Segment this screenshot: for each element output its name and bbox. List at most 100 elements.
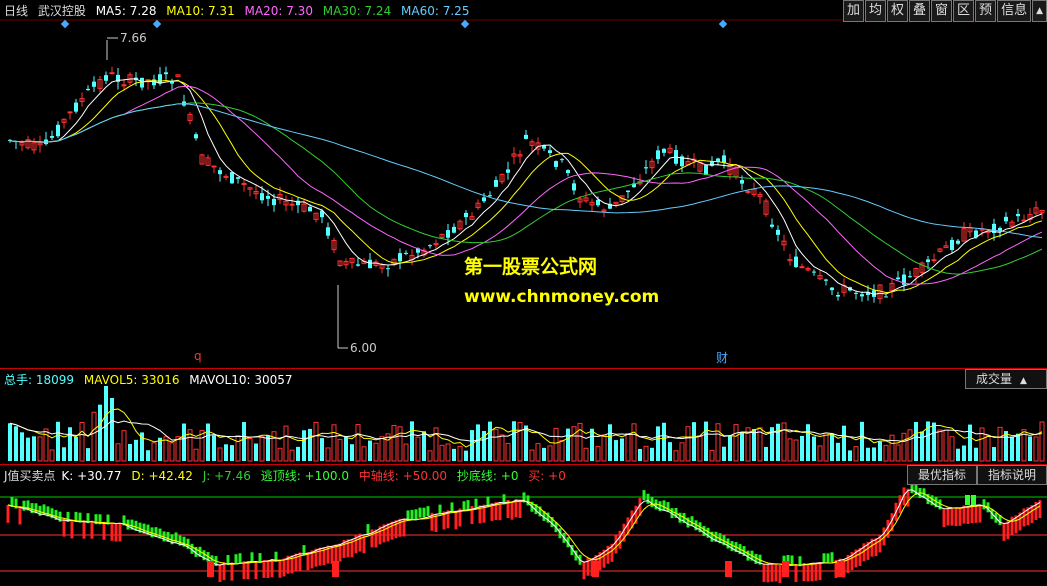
volume-bar: [499, 434, 505, 462]
volume-bar: [91, 411, 97, 462]
candle-body: [121, 84, 127, 87]
volume-bar: [247, 437, 253, 462]
toolbar-button-yu[interactable]: 预: [975, 0, 997, 22]
candle-body: [164, 72, 168, 75]
selector-arrow-icon: ▲: [1020, 376, 1027, 386]
volume-bar: [614, 440, 618, 461]
volume-bar: [697, 435, 703, 462]
volume-bar: [860, 421, 864, 461]
price-chart[interactable]: 7.66 6.00 q 财: [0, 0, 1047, 368]
volume-bar: [37, 436, 43, 462]
candle-body: [326, 227, 330, 236]
volume-bar: [668, 442, 672, 461]
volume-bar: [553, 427, 559, 462]
toolbar-button-info[interactable]: 信息: [997, 0, 1032, 22]
top-signal-marker: [971, 495, 976, 505]
indicator-panel[interactable]: J值买卖点 K: +30.77 D: +42.42 J: +7.46 逃顶线: …: [0, 464, 1047, 586]
candle-body: [926, 259, 930, 263]
volume-bar: [968, 424, 972, 461]
volume-bar: [146, 450, 150, 461]
volume-bar: [542, 447, 546, 461]
toolbar-button-qu[interactable]: 区: [953, 0, 975, 22]
watermark-url: www.chnmoney.com: [464, 287, 660, 307]
volume-bar: [212, 435, 216, 461]
candle-body: [596, 199, 600, 206]
toolbar-button-die[interactable]: 叠: [909, 0, 931, 22]
candle-body: [92, 81, 96, 87]
volume-bar: [793, 439, 799, 462]
volume-bar: [476, 424, 480, 461]
volume-bar: [692, 422, 696, 461]
volume-bar: [937, 429, 943, 462]
volume-bar: [266, 435, 270, 461]
volume-bar: [134, 439, 138, 461]
ma5-label: MA5: 7.28: [95, 4, 157, 18]
volume-bar: [823, 432, 829, 462]
candle-body: [260, 193, 264, 201]
volume-bar: [445, 443, 451, 462]
candle-body: [740, 180, 744, 184]
volume-bar: [169, 442, 175, 462]
volume-bar: [331, 424, 337, 462]
candle-body: [566, 170, 570, 174]
volume-bar: [1010, 436, 1014, 461]
toolbar-button-chuang[interactable]: 窗: [931, 0, 953, 22]
volume-bar: [26, 437, 30, 461]
volume-bar: [787, 438, 793, 462]
event-diamond-icon: [60, 19, 70, 29]
volume-bar: [943, 429, 949, 462]
volume-bar: [325, 447, 331, 462]
candle-body: [241, 182, 247, 185]
volume-bar: [997, 426, 1003, 462]
volume-bar: [488, 421, 492, 461]
event-marker-q: q: [194, 349, 202, 363]
indicator-help-button[interactable]: 指标说明: [976, 465, 1047, 485]
candle-body: [211, 165, 217, 168]
volume-bar: [704, 421, 708, 461]
candle-body: [554, 161, 558, 167]
volume-bar: [128, 443, 132, 461]
toolbar-button-quan[interactable]: 权: [886, 0, 908, 22]
candle-body: [506, 169, 510, 173]
volume-bar: [650, 447, 654, 461]
volume-bar: [277, 447, 283, 462]
volume-bar: [397, 426, 403, 462]
volume-bar: [422, 431, 426, 461]
toolbar-button-jia[interactable]: 加: [842, 0, 864, 22]
volume-bar: [32, 436, 36, 461]
volume-bar: [883, 444, 889, 462]
toolbar-collapse-icon[interactable]: ▲: [1032, 0, 1047, 22]
volume-bar: [781, 422, 787, 462]
volume-bar: [452, 448, 456, 461]
volume-bar: [20, 432, 24, 461]
price-panel[interactable]: 7.66 6.00 q 财 日线 武汉控股 MA5: 7.28 MA10: 7.31 …: [0, 0, 1047, 368]
candle-body: [74, 102, 78, 112]
candle-body: [854, 292, 858, 294]
volume-bar: [920, 431, 924, 461]
volume-bar: [895, 444, 901, 462]
volume-bar: [271, 431, 277, 462]
indicator-bottom: 抄底线: +0: [456, 469, 519, 483]
volume-bar: [415, 436, 421, 462]
candle-body: [104, 75, 108, 81]
candle-body: [1004, 216, 1008, 222]
volume-bar: [1028, 436, 1032, 461]
toolbar-button-jun[interactable]: 均: [864, 0, 886, 22]
candle-body: [722, 155, 726, 163]
volume-bar: [889, 434, 895, 462]
candle-body: [308, 206, 312, 212]
volume-bar: [992, 447, 996, 461]
volume-panel[interactable]: 总手: 18099 MAVOL5: 33016 MAVOL10: 30057 成…: [0, 368, 1047, 465]
volume-bar: [752, 429, 756, 461]
volume-bar: [529, 449, 535, 462]
candle-body: [218, 170, 222, 175]
volume-selector[interactable]: 成交量 ▲: [965, 369, 1047, 389]
volume-bar: [98, 404, 102, 461]
volume-bar: [115, 443, 121, 462]
best-indicator-button[interactable]: 最优指标: [906, 465, 977, 485]
candle-body: [799, 266, 805, 269]
candle-body: [896, 277, 900, 280]
candle-body: [236, 177, 240, 179]
volume-bar: [433, 427, 439, 462]
volume-bar: [679, 442, 685, 462]
